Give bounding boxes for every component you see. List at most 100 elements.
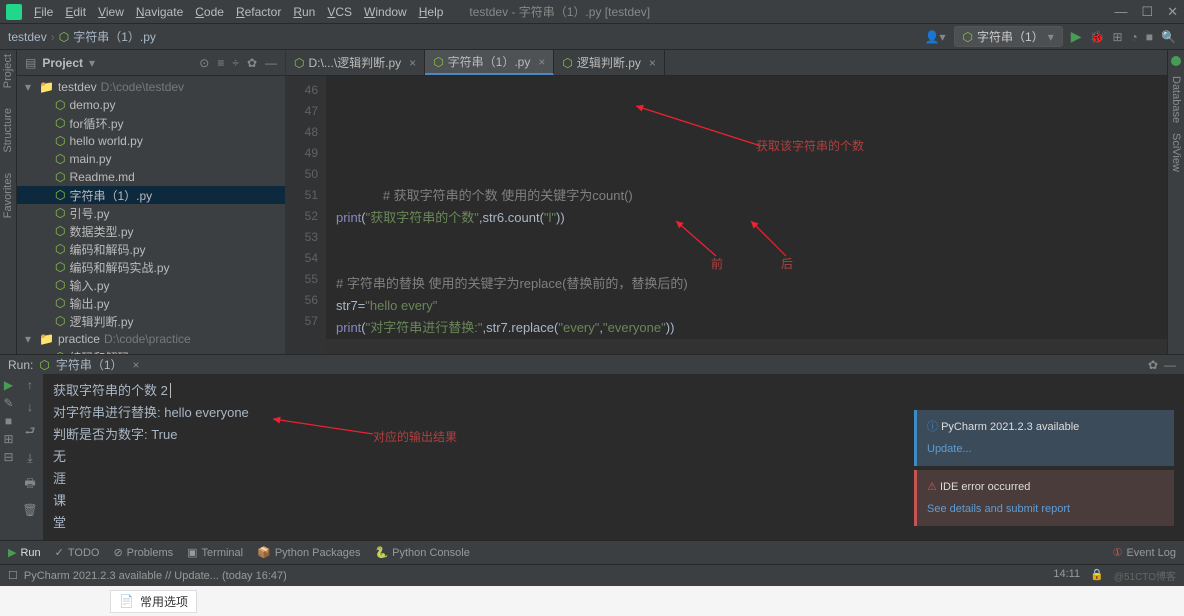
favorites-tool-button[interactable]: Favorites bbox=[2, 173, 14, 218]
tree-item[interactable]: ⬡数据类型.py bbox=[17, 222, 285, 240]
status-message[interactable]: PyCharm 2021.2.3 available // Update... … bbox=[24, 570, 287, 582]
tree-item[interactable]: ⬡逻辑判断.py bbox=[17, 312, 285, 330]
annotation-before: 前 bbox=[711, 254, 723, 275]
structure-tool-button[interactable]: Structure bbox=[2, 108, 14, 153]
caret-position[interactable]: 14:11 bbox=[1053, 568, 1080, 583]
bottom-tool-tabs: ▶Run ✓TODO ⊘Problems ▣Terminal 📦Python P… bbox=[0, 540, 1184, 564]
editor-tab[interactable]: ⬡字符串（1）.py× bbox=[425, 50, 554, 75]
scroll-end-icon[interactable]: ⤓ bbox=[27, 451, 32, 466]
maximize-button[interactable]: ☐ bbox=[1141, 4, 1153, 20]
close-tab-icon[interactable]: × bbox=[409, 56, 416, 70]
tree-item[interactable]: ⬡引号.py bbox=[17, 204, 285, 222]
select-opened-file-icon[interactable]: ⊙ bbox=[199, 56, 209, 70]
close-button[interactable]: ✕ bbox=[1167, 4, 1178, 20]
debug-button[interactable]: 🐞 bbox=[1090, 30, 1105, 44]
run-button[interactable]: ▶ bbox=[1071, 28, 1082, 45]
python-packages-tab[interactable]: 📦Python Packages bbox=[257, 546, 360, 559]
event-log-tab[interactable]: ①Event Log bbox=[1113, 546, 1176, 559]
editor-tab[interactable]: ⬡逻辑判断.py× bbox=[554, 50, 665, 75]
tree-item[interactable]: ▾📁practice D:\code\practice bbox=[17, 330, 285, 348]
run-config-selector[interactable]: ⬡字符串（1）▾ bbox=[954, 26, 1063, 47]
print-icon[interactable]: 🖶 bbox=[24, 474, 35, 495]
breadcrumb-project[interactable]: testdev bbox=[8, 30, 47, 44]
down-icon[interactable]: ↓ bbox=[27, 400, 33, 414]
layout-icon[interactable]: ⊞ bbox=[3, 432, 13, 446]
status-notification-icon[interactable]: ☐ bbox=[8, 569, 18, 582]
run-settings-icon[interactable]: ✿ bbox=[1148, 358, 1158, 372]
minimize-button[interactable]: ― bbox=[1114, 4, 1127, 20]
project-tree[interactable]: ▾📁testdev D:\code\testdev⬡demo.py⬡for循环.… bbox=[17, 76, 285, 354]
menu-vcs[interactable]: VCS bbox=[321, 5, 358, 19]
tree-item[interactable]: ⬡字符串（1）.py bbox=[17, 186, 285, 204]
menu-file[interactable]: File bbox=[28, 5, 59, 19]
line-numbers-gutter: 464748495051525354555657 bbox=[286, 76, 326, 354]
code-editor[interactable]: 获取该字符串的个数 前 后 # 获取字符串的个数 使用的关键字为count() … bbox=[326, 76, 1167, 354]
left-tool-stripe: Project Structure Favorites bbox=[0, 50, 17, 354]
tree-item[interactable]: ⬡编码和解码.py bbox=[17, 348, 285, 354]
project-tool-button[interactable]: Project bbox=[2, 54, 14, 88]
editor-tab[interactable]: ⬡D:\...\逻辑判断.py× bbox=[286, 50, 425, 75]
external-panel: 📄常用选项 bbox=[0, 586, 1184, 616]
coverage-button[interactable]: ⊞ bbox=[1112, 30, 1122, 44]
run-tab[interactable]: ▶Run bbox=[8, 546, 41, 559]
menu-help[interactable]: Help bbox=[413, 5, 450, 19]
tree-item[interactable]: ▾📁testdev D:\code\testdev bbox=[17, 78, 285, 96]
lock-icon[interactable]: 🔒 bbox=[1090, 568, 1104, 583]
problems-tab[interactable]: ⊘Problems bbox=[113, 546, 173, 559]
python-console-tab[interactable]: 🐍Python Console bbox=[374, 546, 469, 559]
collapse-all-icon[interactable]: ÷ bbox=[232, 56, 239, 70]
status-bar: ☐ PyCharm 2021.2.3 available // Update..… bbox=[0, 564, 1184, 586]
run-tool-header: Run: ⬡ 字符串（1） × ✿ ― bbox=[0, 355, 1184, 374]
external-option[interactable]: 📄常用选项 bbox=[110, 590, 197, 613]
tree-item[interactable]: ⬡输入.py bbox=[17, 276, 285, 294]
hide-panel-icon[interactable]: ― bbox=[265, 56, 277, 70]
tree-item[interactable]: ⬡hello world.py bbox=[17, 132, 285, 150]
menu-view[interactable]: View bbox=[92, 5, 130, 19]
search-everywhere-button[interactable]: 🔍 bbox=[1161, 30, 1176, 44]
pycharm-logo-icon bbox=[6, 4, 22, 20]
menu-run[interactable]: Run bbox=[287, 5, 321, 19]
stop-run-button[interactable]: ■ bbox=[5, 414, 12, 428]
sciview-tool-button[interactable]: SciView bbox=[1170, 133, 1182, 172]
menu-refactor[interactable]: Refactor bbox=[230, 5, 287, 19]
todo-tab[interactable]: ✓TODO bbox=[55, 546, 100, 559]
breadcrumb-file[interactable]: 字符串（1）.py bbox=[73, 28, 156, 45]
expand-all-icon[interactable]: ≡ bbox=[217, 56, 224, 70]
menu-code[interactable]: Code bbox=[189, 5, 230, 19]
database-tool-button[interactable]: Database bbox=[1170, 76, 1182, 123]
inspection-ok-icon[interactable] bbox=[1171, 56, 1181, 66]
terminal-tab[interactable]: ▣Terminal bbox=[187, 546, 243, 559]
error-details-link[interactable]: See details and submit report bbox=[927, 503, 1070, 515]
annotation-count: 获取该字符串的个数 bbox=[756, 136, 864, 157]
stop-button[interactable]: ■ bbox=[1146, 30, 1153, 44]
soft-wrap-icon[interactable]: ⮐ bbox=[25, 422, 36, 443]
tree-item[interactable]: ⬡for循环.py bbox=[17, 114, 285, 132]
run-tool-icon[interactable]: ✎ bbox=[3, 396, 13, 410]
user-icon[interactable]: 👤▾ bbox=[925, 30, 946, 44]
close-run-tab-icon[interactable]: × bbox=[133, 358, 140, 372]
menu-window[interactable]: Window bbox=[358, 5, 413, 19]
menu-edit[interactable]: Edit bbox=[59, 5, 92, 19]
close-tab-icon[interactable]: × bbox=[538, 55, 545, 69]
run-tab-label[interactable]: 字符串（1） bbox=[56, 356, 123, 373]
close-tab-icon[interactable]: × bbox=[649, 56, 656, 70]
error-notification[interactable]: ⚠ IDE error occurred See details and sub… bbox=[914, 470, 1174, 526]
tree-item[interactable]: ⬡demo.py bbox=[17, 96, 285, 114]
rerun-button[interactable]: ▶ bbox=[4, 378, 13, 392]
run-console[interactable]: 对应的输出结果 获取字符串的个数 2 对字符串进行替换: hello every… bbox=[43, 374, 1184, 540]
profile-button[interactable]: ◔ bbox=[1131, 30, 1138, 44]
hide-run-icon[interactable]: ― bbox=[1164, 358, 1176, 372]
update-link[interactable]: Update... bbox=[927, 443, 972, 455]
tree-item[interactable]: ⬡main.py bbox=[17, 150, 285, 168]
tree-item[interactable]: ⬡输出.py bbox=[17, 294, 285, 312]
settings-icon[interactable]: ✿ bbox=[247, 56, 257, 70]
tree-item[interactable]: ⬡Readme.md bbox=[17, 168, 285, 186]
update-notification[interactable]: ⓘ PyCharm 2021.2.3 available Update... bbox=[914, 410, 1174, 466]
clear-icon[interactable]: 🗑 bbox=[22, 503, 37, 517]
watermark: @51CTO博客 bbox=[1114, 568, 1176, 583]
menu-navigate[interactable]: Navigate bbox=[130, 5, 189, 19]
up-icon[interactable]: ↑ bbox=[27, 378, 33, 392]
pin-icon[interactable]: ⊟ bbox=[3, 450, 13, 464]
tree-item[interactable]: ⬡编码和解码实战.py bbox=[17, 258, 285, 276]
tree-item[interactable]: ⬡编码和解码.py bbox=[17, 240, 285, 258]
